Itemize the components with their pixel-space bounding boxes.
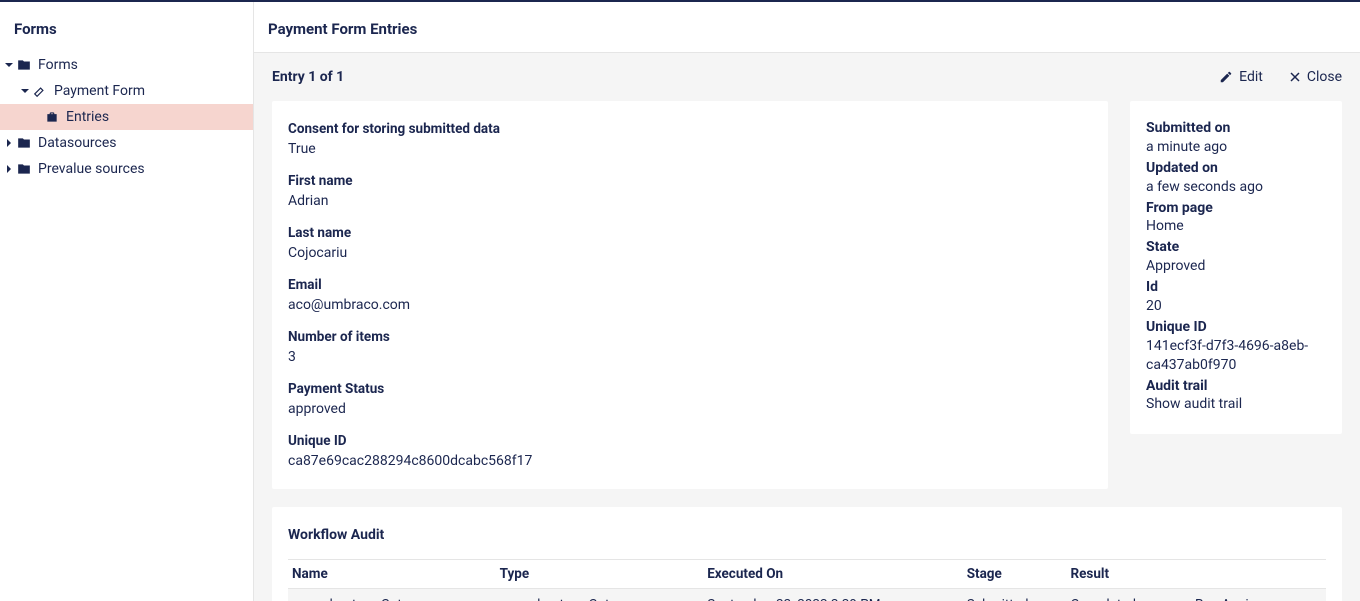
workflow-table: Name Type Executed On Stage Result emerc… xyxy=(288,559,1326,601)
field-value: Cojocariu xyxy=(288,245,1092,261)
meta-label: Id xyxy=(1146,278,1326,297)
table-header-row: Name Type Executed On Stage Result xyxy=(288,560,1326,589)
field-value: ca87e69cac288294c8600dcabc568f17 xyxy=(288,453,1092,469)
field-row: Email aco@umbraco.com xyxy=(288,277,1092,313)
cell-type: emerchantpay Gateway xyxy=(496,589,704,601)
col-action xyxy=(1191,560,1326,589)
field-value: Adrian xyxy=(288,193,1092,209)
entry-counter: Entry 1 of 1 xyxy=(272,69,344,85)
tree-node-label: Payment Form xyxy=(54,83,145,99)
pencil-icon xyxy=(1219,70,1233,84)
close-icon xyxy=(1289,71,1301,83)
meta-label: Audit trail xyxy=(1146,377,1326,396)
edit-button-label: Edit xyxy=(1239,69,1263,85)
col-stage: Stage xyxy=(963,560,1067,589)
field-row: Number of items 3 xyxy=(288,329,1092,365)
field-value: approved xyxy=(288,401,1092,417)
meta-value: Home xyxy=(1146,217,1326,236)
briefcase-icon xyxy=(44,109,60,125)
field-row: Consent for storing submitted data True xyxy=(288,121,1092,157)
page-title: Payment Form Entries xyxy=(254,2,1360,53)
field-row: Last name Cojocariu xyxy=(288,225,1092,261)
field-row: Payment Status approved xyxy=(288,381,1092,417)
folder-icon xyxy=(16,161,32,177)
field-row: Unique ID ca87e69cac288294c8600dcabc568f… xyxy=(288,433,1092,469)
run-again-link[interactable]: Run Again xyxy=(1195,597,1256,601)
field-value: True xyxy=(288,141,1092,157)
tree-node-forms[interactable]: Forms xyxy=(0,52,253,78)
show-audit-trail-link[interactable]: Show audit trail xyxy=(1146,395,1326,414)
entry-toolbar: Entry 1 of 1 Edit Close xyxy=(254,53,1360,101)
field-row: First name Adrian xyxy=(288,173,1092,209)
table-row: emerchantpay Gateway emerchantpay Gatewa… xyxy=(288,589,1326,601)
meta-label: Updated on xyxy=(1146,159,1326,178)
tree-node-label: Datasources xyxy=(38,135,117,151)
field-label: Unique ID xyxy=(288,433,1092,449)
field-value: aco@umbraco.com xyxy=(288,297,1092,313)
sidebar-title: Forms xyxy=(0,2,253,52)
cell-stage: Submitted xyxy=(963,589,1067,601)
tree-node-datasources[interactable]: Datasources xyxy=(0,130,253,156)
col-result: Result xyxy=(1066,560,1191,589)
meta-value: a few seconds ago xyxy=(1146,178,1326,197)
meta-label: From page xyxy=(1146,199,1326,218)
col-name: Name xyxy=(288,560,496,589)
close-button-label: Close xyxy=(1307,69,1342,85)
tree: Forms Payment Form xyxy=(0,52,253,182)
field-label: Consent for storing submitted data xyxy=(288,121,1092,137)
entry-meta-card: Submitted on a minute ago Updated on a f… xyxy=(1130,101,1342,434)
entry-details-card: Consent for storing submitted data True … xyxy=(272,101,1108,489)
meta-label: State xyxy=(1146,238,1326,257)
meta-label: Submitted on xyxy=(1146,119,1326,138)
workflow-audit-title: Workflow Audit xyxy=(288,527,1326,543)
meta-value: 20 xyxy=(1146,297,1326,316)
folder-icon xyxy=(16,57,32,73)
col-type: Type xyxy=(496,560,704,589)
meta-value: Approved xyxy=(1146,257,1326,276)
edit-button[interactable]: Edit xyxy=(1219,69,1263,85)
meta-value: 141ecf3f-d7f3-4696-a8eb-ca437ab0f970 xyxy=(1146,337,1326,375)
sidebar: Forms Forms xyxy=(0,2,254,601)
tree-node-payment-form[interactable]: Payment Form xyxy=(0,78,253,104)
cell-result: Completed xyxy=(1066,589,1191,601)
cell-executed-on: September 23, 2022 2:29 PM xyxy=(703,589,963,601)
caret-right-icon[interactable] xyxy=(4,138,14,148)
cell-name: emerchantpay Gateway xyxy=(288,589,496,601)
main-content: Payment Form Entries Entry 1 of 1 Edit xyxy=(254,2,1360,601)
field-label: Email xyxy=(288,277,1092,293)
caret-right-icon[interactable] xyxy=(4,164,14,174)
field-label: Payment Status xyxy=(288,381,1092,397)
caret-down-icon[interactable] xyxy=(20,86,30,96)
field-label: Last name xyxy=(288,225,1092,241)
field-label: Number of items xyxy=(288,329,1092,345)
tree-node-prevalue-sources[interactable]: Prevalue sources xyxy=(0,156,253,182)
tree-node-label: Forms xyxy=(38,57,78,73)
tree-node-label: Prevalue sources xyxy=(38,161,145,177)
meta-label: Unique ID xyxy=(1146,318,1326,337)
edit-form-icon xyxy=(32,83,48,99)
col-executed-on: Executed On xyxy=(703,560,963,589)
field-value: 3 xyxy=(288,349,1092,365)
caret-down-icon[interactable] xyxy=(4,60,14,70)
field-label: First name xyxy=(288,173,1092,189)
folder-icon xyxy=(16,135,32,151)
tree-node-entries[interactable]: Entries xyxy=(0,104,253,130)
meta-value: a minute ago xyxy=(1146,138,1326,157)
close-button[interactable]: Close xyxy=(1289,69,1342,85)
workflow-audit-card: Workflow Audit Name Type Executed On Sta… xyxy=(272,507,1342,601)
tree-node-label: Entries xyxy=(66,109,109,125)
